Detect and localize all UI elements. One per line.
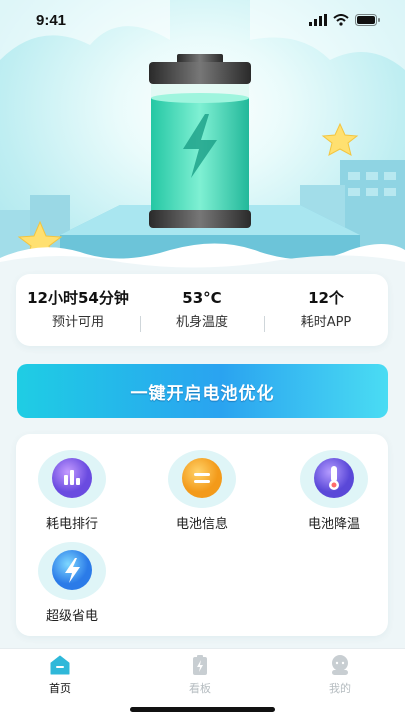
tool-battery-cooling[interactable]: 电池降温 (284, 448, 384, 534)
lightning-icon (38, 542, 106, 600)
tool-battery-info[interactable]: 电池信息 (152, 448, 252, 534)
battery-stats-card: 12小时54分钟 预计可用 53°C 机身温度 12个 耗时APP (16, 274, 388, 346)
stat-draining-apps: 12个 耗时APP (264, 288, 388, 332)
hero-banner (0, 0, 405, 270)
tool-super-saver[interactable]: 超级省电 (22, 540, 122, 626)
tab-dashboard[interactable]: 看板 (160, 649, 240, 696)
optimize-battery-button[interactable]: 一键开启电池优化 (17, 364, 388, 418)
stat-usage-time: 12小时54分钟 预计可用 (16, 288, 140, 332)
tool-label: 电池信息 (175, 517, 228, 532)
bar-chart-icon (38, 450, 106, 508)
stat-value: 12个 (308, 289, 344, 307)
battery-board-icon (193, 655, 207, 675)
signal-icon (309, 14, 327, 26)
stat-label: 耗时APP (300, 315, 352, 330)
home-icon (50, 655, 70, 675)
tab-label: 首页 (49, 682, 71, 695)
stat-value: 12小时54分钟 (27, 289, 129, 307)
tab-home[interactable]: 首页 (20, 649, 100, 696)
tool-label: 电池降温 (307, 517, 360, 532)
status-time: 9:41 (36, 11, 67, 29)
tool-power-ranking[interactable]: 耗电排行 (22, 448, 122, 534)
battery-status-icon (355, 14, 380, 26)
status-bar: 9:41 (0, 0, 405, 40)
tool-label: 耗电排行 (45, 517, 98, 532)
profile-icon (332, 655, 348, 675)
info-list-icon (168, 450, 236, 508)
stat-temperature: 53°C 机身温度 (140, 288, 264, 332)
stat-label: 机身温度 (175, 315, 228, 330)
stat-value: 53°C (182, 289, 222, 307)
wifi-icon (333, 14, 349, 26)
tab-label: 看板 (189, 682, 211, 695)
stat-label: 预计可用 (51, 315, 104, 330)
home-indicator (130, 707, 275, 712)
thermometer-icon (300, 450, 368, 508)
tool-label: 超级省电 (45, 609, 98, 624)
battery-illustration (149, 54, 251, 228)
tools-card: 耗电排行 电池信息 电池降温 超级省电 (16, 434, 388, 636)
tab-profile[interactable]: 我的 (300, 649, 380, 696)
tab-label: 我的 (329, 682, 351, 695)
